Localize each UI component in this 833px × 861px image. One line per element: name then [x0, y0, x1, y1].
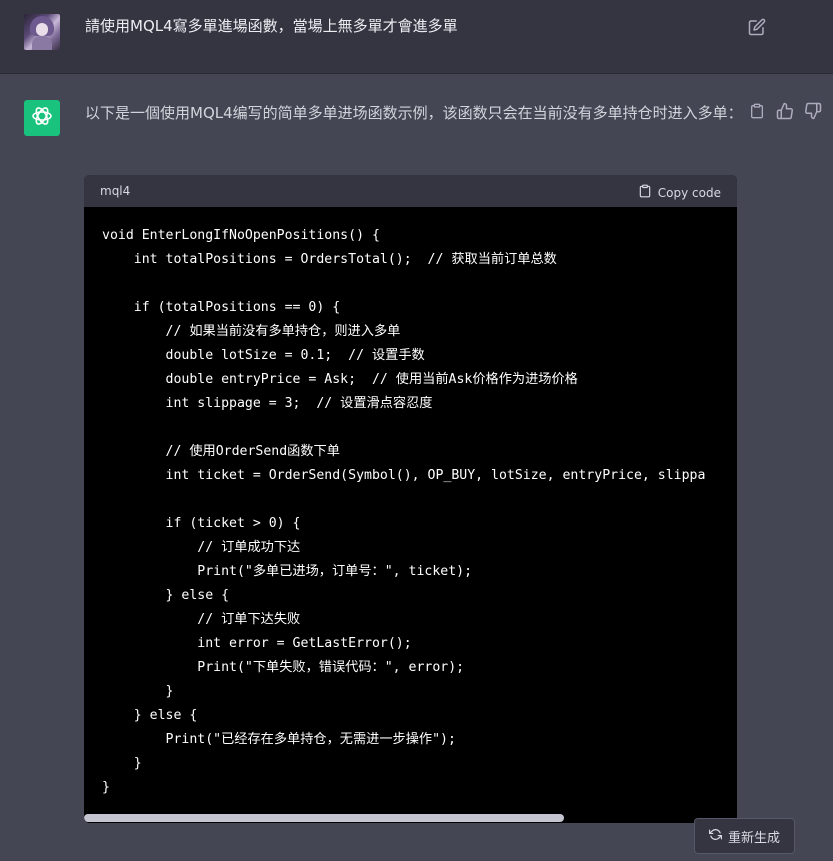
refresh-icon: [708, 828, 723, 845]
user-message-text: 請使用MQL4寫多單進場函數，當場上無多單才會進多單: [85, 17, 458, 35]
regenerate-label: 重新生成: [727, 830, 780, 846]
user-message-row: 請使用MQL4寫多單進場函數，當場上無多單才會進多單: [0, 0, 833, 74]
clipboard-icon[interactable]: [749, 102, 767, 120]
scrollbar-thumb[interactable]: [84, 814, 564, 822]
regenerate-button[interactable]: 重新生成: [694, 818, 795, 854]
code-header: mql4 Copy code: [84, 175, 737, 207]
assistant-avatar: [24, 100, 60, 136]
openai-logo-icon: [30, 104, 54, 132]
code-language-label: mql4: [100, 184, 131, 198]
clipboard-icon: [638, 183, 652, 202]
code-content: void EnterLongIfNoOpenPositions() { int …: [102, 228, 706, 795]
code-body: void EnterLongIfNoOpenPositions() { int …: [84, 207, 737, 823]
user-avatar: [24, 14, 60, 50]
code-block: mql4 Copy code void EnterLongIfNoOpenPos…: [84, 175, 737, 823]
thumbs-down-icon[interactable]: [804, 102, 822, 120]
horizontal-scrollbar[interactable]: [84, 813, 737, 823]
thumbs-up-icon[interactable]: [776, 102, 794, 120]
copy-code-button[interactable]: Copy code: [638, 183, 721, 202]
assistant-message-text: 以下是一個使用MQL4编写的简单多单进场函数示例，该函数只会在当前没有多单持仓时…: [85, 104, 743, 122]
copy-code-label: Copy code: [657, 185, 721, 200]
edit-icon[interactable]: [748, 18, 766, 36]
